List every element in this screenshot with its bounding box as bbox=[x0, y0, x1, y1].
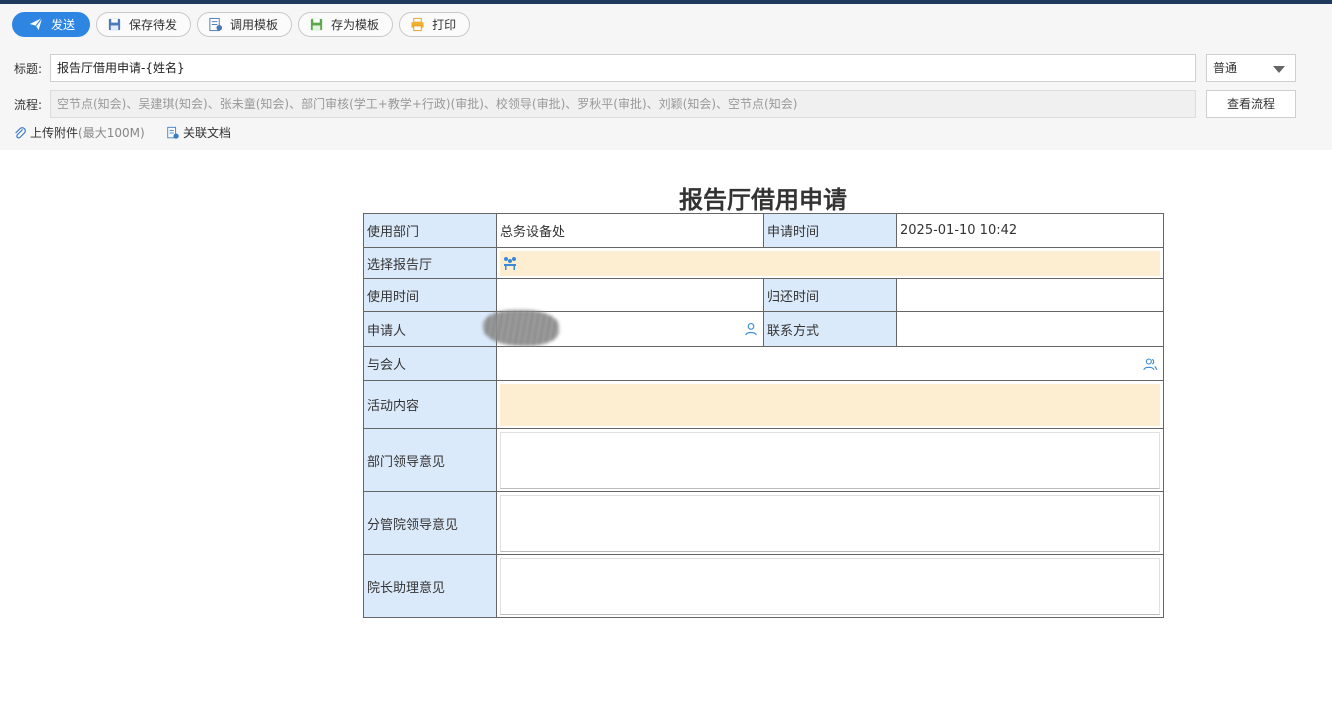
save-template-button[interactable]: 存为模板 bbox=[298, 12, 394, 37]
view-flow-button[interactable]: 查看流程 bbox=[1206, 90, 1296, 118]
use-time-label: 使用时间 bbox=[363, 278, 497, 312]
application-form: 使用部门 总务设备处 申请时间 2025-01-10 10:42 选择报告厅 使… bbox=[363, 213, 1164, 618]
assistant-opinion[interactable] bbox=[496, 554, 1164, 618]
dept-label: 使用部门 bbox=[363, 213, 497, 248]
save-template-label: 存为模板 bbox=[331, 18, 380, 32]
use-time-field[interactable] bbox=[496, 278, 764, 312]
upload-label: 上传附件 bbox=[30, 126, 79, 140]
applicant-field[interactable] bbox=[483, 310, 764, 347]
return-time-label: 归还时间 bbox=[763, 278, 897, 312]
save-draft-label: 保存待发 bbox=[129, 18, 178, 32]
save-draft-button[interactable]: 保存待发 bbox=[96, 12, 192, 37]
activity-field[interactable] bbox=[496, 380, 1164, 429]
hall-select-icon[interactable] bbox=[502, 255, 518, 271]
people-icon[interactable] bbox=[1143, 357, 1158, 371]
upload-attachment-link[interactable]: 上传附件 (最大100M) bbox=[13, 124, 145, 141]
attendees-field[interactable] bbox=[496, 346, 1164, 381]
use-template-label: 调用模板 bbox=[230, 18, 279, 32]
flow-label: 流程: bbox=[14, 98, 43, 112]
compose-header: 发送 保存待发 调用模板 存为模板 打印 标题: 报告厅借用申请-{姓名} 普通… bbox=[0, 4, 1332, 150]
vp-leader-opinion[interactable] bbox=[496, 491, 1164, 555]
title-input[interactable]: 报告厅借用申请-{姓名} bbox=[50, 54, 1196, 82]
upload-limit: (最大100M) bbox=[78, 126, 145, 140]
form-title: 报告厅借用申请 bbox=[679, 186, 847, 214]
save-icon bbox=[107, 17, 123, 33]
chevron-down-icon bbox=[1273, 66, 1285, 73]
applicant-label: 申请人 bbox=[363, 311, 497, 347]
hall-label: 选择报告厅 bbox=[363, 247, 497, 279]
flow-field: 空节点(知会)、吴建琪(知会)、张未童(知会)、部门审核(学工+教学+行政)(审… bbox=[50, 90, 1196, 118]
template-icon bbox=[208, 17, 224, 33]
attendees-label: 与会人 bbox=[363, 346, 497, 381]
assistant-label: 院长助理意见 bbox=[363, 554, 497, 618]
related-doc-label: 关联文档 bbox=[183, 126, 232, 140]
priority-value: 普通 bbox=[1213, 61, 1238, 75]
toolbar: 发送 保存待发 调用模板 存为模板 打印 bbox=[12, 12, 471, 38]
related-doc-link[interactable]: 关联文档 bbox=[166, 124, 231, 141]
printer-icon bbox=[410, 17, 426, 33]
dept-leader-opinion[interactable] bbox=[496, 428, 1164, 492]
redacted-name bbox=[483, 310, 559, 346]
contact-label: 联系方式 bbox=[763, 311, 897, 347]
send-label: 发送 bbox=[51, 18, 76, 32]
title-label: 标题: bbox=[14, 62, 43, 76]
print-label: 打印 bbox=[432, 18, 457, 32]
send-button[interactable]: 发送 bbox=[12, 12, 91, 37]
priority-select[interactable]: 普通 bbox=[1206, 54, 1296, 82]
send-icon bbox=[29, 17, 45, 33]
paperclip-icon bbox=[15, 126, 26, 138]
activity-label: 活动内容 bbox=[363, 380, 497, 429]
document-link-icon bbox=[167, 126, 179, 139]
return-time-field[interactable] bbox=[896, 278, 1164, 312]
vp-leader-label: 分管院领导意见 bbox=[363, 491, 497, 555]
print-button[interactable]: 打印 bbox=[399, 12, 471, 37]
dept-value: 总务设备处 bbox=[496, 213, 764, 248]
contact-field[interactable] bbox=[896, 311, 1164, 347]
dept-leader-label: 部门领导意见 bbox=[363, 428, 497, 492]
use-template-button[interactable]: 调用模板 bbox=[197, 12, 293, 37]
save-template-icon bbox=[309, 17, 325, 33]
apply-time-label: 申请时间 bbox=[763, 213, 897, 248]
hall-field[interactable] bbox=[496, 247, 1164, 279]
apply-time-value: 2025-01-10 10:42 bbox=[896, 213, 1164, 248]
person-icon[interactable] bbox=[744, 322, 758, 336]
